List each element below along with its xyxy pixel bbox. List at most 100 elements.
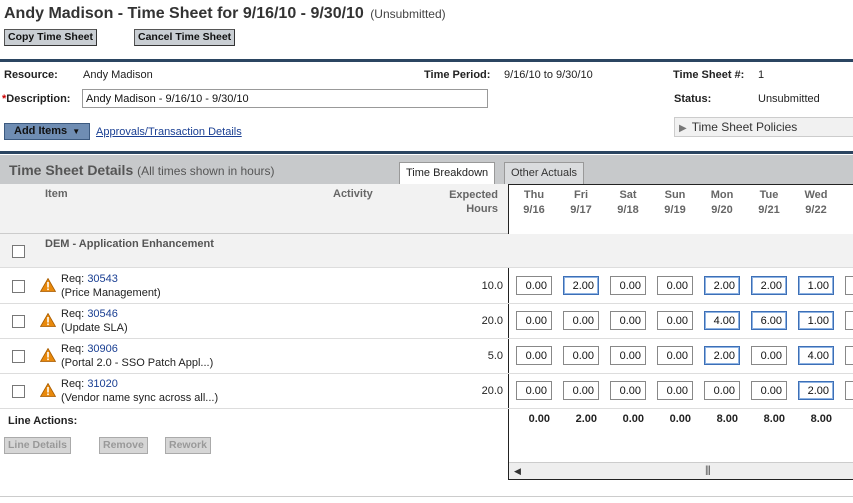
status-suffix: (Unsubmitted) bbox=[370, 7, 446, 21]
hours-input[interactable] bbox=[704, 276, 740, 295]
details-divider bbox=[0, 151, 853, 154]
day-of-week: Fri bbox=[573, 189, 589, 201]
day-column-header: Mon 9/20 bbox=[702, 188, 742, 217]
request-prefix: Req: bbox=[61, 378, 85, 390]
hours-input[interactable] bbox=[751, 346, 787, 365]
group-label: DEM - Application Enhancement bbox=[45, 238, 214, 250]
hours-input[interactable] bbox=[798, 381, 834, 400]
rework-button[interactable]: Rework bbox=[165, 437, 211, 454]
remove-button[interactable]: Remove bbox=[99, 437, 148, 454]
row-checkbox[interactable] bbox=[12, 350, 25, 363]
hours-input[interactable] bbox=[610, 276, 646, 295]
warning-icon bbox=[40, 313, 56, 327]
hours-input[interactable] bbox=[657, 311, 693, 330]
hours-input-clipped[interactable] bbox=[845, 346, 853, 365]
status-value: Unsubmitted bbox=[758, 93, 820, 105]
day-of-week: Tue bbox=[759, 189, 779, 201]
details-title: Time Sheet Details (All times shown in h… bbox=[9, 162, 275, 178]
hours-input[interactable] bbox=[704, 311, 740, 330]
approvals-transaction-link[interactable]: Approvals/Transaction Details bbox=[96, 126, 242, 138]
header-divider bbox=[0, 59, 853, 62]
warning-icon bbox=[40, 383, 56, 397]
hours-input[interactable] bbox=[657, 381, 693, 400]
request-line: Req: 30543 bbox=[61, 273, 118, 285]
hours-input[interactable] bbox=[610, 381, 646, 400]
request-number-link[interactable]: 30543 bbox=[87, 273, 118, 285]
hours-input-clipped[interactable] bbox=[845, 311, 853, 330]
scroll-grip-icon[interactable]: ||| bbox=[705, 465, 711, 476]
add-items-button[interactable]: Add Items ▼ bbox=[4, 123, 90, 140]
hours-input[interactable] bbox=[798, 276, 834, 295]
row-checkbox[interactable] bbox=[12, 385, 25, 398]
request-number-link[interactable]: 31020 bbox=[87, 378, 118, 390]
request-number-link[interactable]: 30906 bbox=[87, 343, 118, 355]
day-column-header: Sun 9/19 bbox=[655, 188, 695, 217]
day-total: 8.00 bbox=[763, 413, 785, 425]
line-details-button[interactable]: Line Details bbox=[4, 437, 71, 454]
description-label: *Description: bbox=[2, 93, 70, 105]
hours-input[interactable] bbox=[516, 346, 552, 365]
request-line: Req: 31020 bbox=[61, 378, 118, 390]
hours-input[interactable] bbox=[516, 276, 552, 295]
details-title-text: Time Sheet Details bbox=[9, 162, 134, 178]
add-items-label: Add Items bbox=[14, 125, 68, 137]
expected-hours-value: 20.0 bbox=[481, 385, 503, 397]
hours-input[interactable] bbox=[563, 276, 599, 295]
request-prefix: Req: bbox=[61, 343, 85, 355]
hours-input[interactable] bbox=[798, 311, 834, 330]
request-name: (Update SLA) bbox=[61, 322, 128, 334]
day-column-header: Thu 9/16 bbox=[514, 188, 554, 217]
group-checkbox[interactable] bbox=[12, 245, 25, 258]
tab-time-breakdown[interactable]: Time Breakdown bbox=[399, 162, 496, 184]
tab-other-actuals[interactable]: Other Actuals bbox=[504, 162, 585, 184]
day-of-week: Sat bbox=[619, 189, 637, 201]
cancel-time-sheet-button[interactable]: Cancel Time Sheet bbox=[134, 29, 236, 46]
day-date: 9/18 bbox=[617, 204, 639, 216]
hours-input-clipped[interactable] bbox=[845, 381, 853, 400]
time-sheet-policies-toggle[interactable]: ▶ Time Sheet Policies bbox=[674, 117, 853, 137]
hours-input[interactable] bbox=[657, 276, 693, 295]
hours-input[interactable] bbox=[704, 381, 740, 400]
hours-input[interactable] bbox=[516, 311, 552, 330]
expected-hours-column-header: Expected Hours bbox=[440, 188, 498, 216]
time-sheet-policies-label: Time Sheet Policies bbox=[691, 120, 798, 134]
hours-input[interactable] bbox=[704, 346, 740, 365]
hours-input[interactable] bbox=[798, 346, 834, 365]
expand-triangle-icon: ▶ bbox=[679, 123, 687, 134]
copy-time-sheet-button[interactable]: Copy Time Sheet bbox=[4, 29, 97, 46]
day-total: 8.00 bbox=[716, 413, 738, 425]
horizontal-scrollbar[interactable]: ◀ ||| bbox=[509, 462, 853, 479]
day-date: 9/19 bbox=[664, 204, 686, 216]
day-total: 8.00 bbox=[810, 413, 832, 425]
request-name: (Vendor name sync across all...) bbox=[61, 392, 219, 404]
hours-input[interactable] bbox=[751, 276, 787, 295]
hours-input[interactable] bbox=[563, 381, 599, 400]
expected-header-line1: Expected bbox=[449, 189, 498, 201]
hours-input[interactable] bbox=[751, 311, 787, 330]
row-checkbox[interactable] bbox=[12, 315, 25, 328]
description-input[interactable] bbox=[82, 89, 488, 108]
hours-input[interactable] bbox=[563, 346, 599, 365]
hours-input[interactable] bbox=[610, 346, 646, 365]
activity-column-header: Activity bbox=[333, 188, 373, 200]
row-checkbox[interactable] bbox=[12, 280, 25, 293]
hours-input-clipped[interactable] bbox=[845, 276, 853, 295]
day-total: 2.00 bbox=[575, 413, 597, 425]
warning-icon bbox=[40, 348, 56, 362]
day-date: 9/22 bbox=[805, 204, 827, 216]
item-column-header: Item bbox=[45, 188, 68, 200]
day-of-week: Sun bbox=[664, 189, 686, 201]
scroll-left-arrow-icon[interactable]: ◀ bbox=[514, 466, 521, 477]
request-prefix: Req: bbox=[61, 308, 85, 320]
hours-input[interactable] bbox=[751, 381, 787, 400]
hours-input[interactable] bbox=[563, 311, 599, 330]
request-number-link[interactable]: 30546 bbox=[87, 308, 118, 320]
hours-input[interactable] bbox=[516, 381, 552, 400]
description-label-text: Description: bbox=[6, 93, 71, 105]
bottom-divider bbox=[0, 496, 853, 497]
hours-input[interactable] bbox=[657, 346, 693, 365]
expected-hours-value: 20.0 bbox=[481, 315, 503, 327]
hours-input[interactable] bbox=[610, 311, 646, 330]
expected-hours-value: 10.0 bbox=[481, 280, 503, 292]
resource-label: Resource: bbox=[4, 69, 58, 81]
